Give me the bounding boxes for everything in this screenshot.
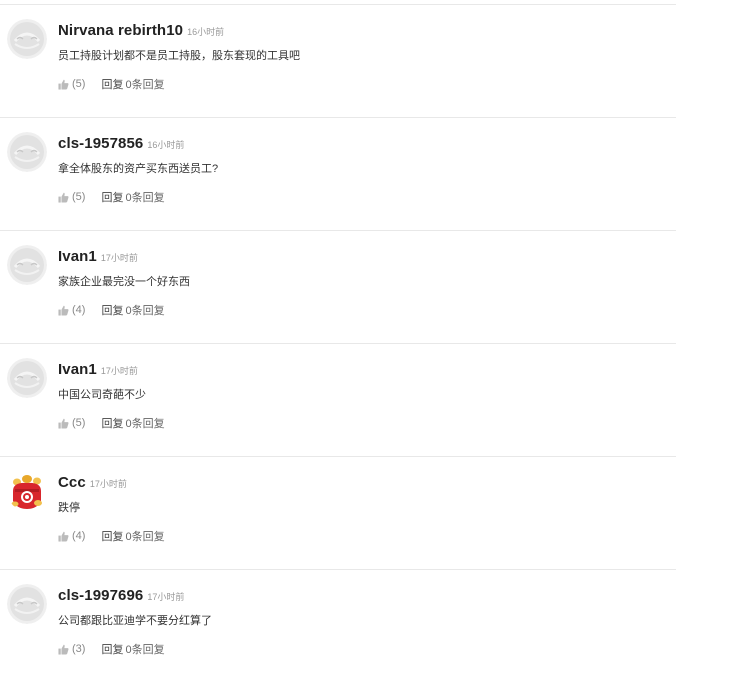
comment-text: 中国公司奇葩不少 bbox=[58, 389, 146, 401]
reply-button[interactable]: 回复 bbox=[101, 528, 123, 544]
username[interactable]: Ivan1 bbox=[58, 361, 97, 378]
thumbs-up-icon bbox=[58, 531, 69, 542]
comment-actions: (5) 回复 0条回复 bbox=[58, 189, 165, 205]
thumbs-up-icon bbox=[58, 192, 69, 203]
reply-button[interactable]: 回复 bbox=[101, 302, 123, 318]
default-avatar-icon[interactable] bbox=[7, 584, 47, 624]
comment-actions: (5) 回复 0条回复 bbox=[58, 415, 165, 431]
reply-count[interactable]: 0条回复 bbox=[125, 76, 164, 92]
comment-header: Ivan1 17小时前 bbox=[58, 248, 138, 266]
default-avatar-icon[interactable] bbox=[7, 358, 47, 398]
like-count: (5) bbox=[72, 417, 86, 429]
thumbs-up-icon bbox=[58, 305, 69, 316]
reply-button[interactable]: 回复 bbox=[101, 76, 123, 92]
comment-text: 家族企业最完没一个好东西 bbox=[58, 276, 190, 288]
reply-count[interactable]: 0条回复 bbox=[125, 641, 164, 657]
comment-text: 跌停 bbox=[58, 502, 80, 514]
like-count: (4) bbox=[72, 530, 86, 542]
comment-item: Nirvana rebirth10 16小时前 员工持股计划都不是员工持股，股东套… bbox=[0, 5, 676, 118]
reply-count[interactable]: 0条回复 bbox=[125, 415, 164, 431]
default-avatar-icon[interactable] bbox=[7, 19, 47, 59]
comment-time: 16小时前 bbox=[147, 140, 185, 150]
fortune-bag-avatar-icon[interactable] bbox=[7, 471, 47, 511]
like-button[interactable]: (4) bbox=[58, 530, 85, 542]
reply-count[interactable]: 0条回复 bbox=[125, 302, 164, 318]
comment-header: Nirvana rebirth10 16小时前 bbox=[58, 22, 224, 40]
reply-count[interactable]: 0条回复 bbox=[125, 528, 164, 544]
like-button[interactable]: (3) bbox=[58, 643, 85, 655]
comment-actions: (4) 回复 0条回复 bbox=[58, 302, 165, 318]
thumbs-up-icon bbox=[58, 79, 69, 90]
comment-text: 员工持股计划都不是员工持股，股东套现的工具吧 bbox=[58, 50, 300, 62]
thumbs-up-icon bbox=[58, 644, 69, 655]
like-button[interactable]: (5) bbox=[58, 78, 85, 90]
like-count: (5) bbox=[72, 191, 86, 203]
comment-header: cls-1957856 16小时前 bbox=[58, 135, 184, 153]
username[interactable]: cls-1997696 bbox=[58, 587, 143, 604]
reply-count[interactable]: 0条回复 bbox=[125, 189, 164, 205]
reply-button[interactable]: 回复 bbox=[101, 415, 123, 431]
like-button[interactable]: (4) bbox=[58, 304, 85, 316]
comment-time: 17小时前 bbox=[147, 592, 185, 602]
reply-button[interactable]: 回复 bbox=[101, 189, 123, 205]
comment-header: Ivan1 17小时前 bbox=[58, 361, 138, 379]
comment-list: Nirvana rebirth10 16小时前 员工持股计划都不是员工持股，股东套… bbox=[0, 5, 676, 683]
comment-item: Ivan1 17小时前 中国公司奇葩不少 (5) 回复 0条回复 bbox=[0, 344, 676, 457]
username[interactable]: Nirvana rebirth10 bbox=[58, 22, 183, 39]
comment-actions: (4) 回复 0条回复 bbox=[58, 528, 165, 544]
username[interactable]: Ccc bbox=[58, 474, 86, 491]
comment-item: cls-1997696 17小时前 公司都跟比亚迪学不要分红算了 (3) 回复 0… bbox=[0, 570, 676, 683]
comment-time: 16小时前 bbox=[187, 27, 225, 37]
comment-header: Ccc 17小时前 bbox=[58, 474, 127, 492]
default-avatar-icon[interactable] bbox=[7, 132, 47, 172]
comment-header: cls-1997696 17小时前 bbox=[58, 587, 184, 605]
comment-actions: (5) 回复 0条回复 bbox=[58, 76, 165, 92]
comment-actions: (3) 回复 0条回复 bbox=[58, 641, 165, 657]
thumbs-up-icon bbox=[58, 418, 69, 429]
comment-item: cls-1957856 16小时前 拿全体股东的资产买东西送员工? (5) 回复 … bbox=[0, 118, 676, 231]
comment-time: 17小时前 bbox=[89, 479, 127, 489]
like-count: (3) bbox=[72, 643, 86, 655]
reply-button[interactable]: 回复 bbox=[101, 641, 123, 657]
comment-item: Ivan1 17小时前 家族企业最完没一个好东西 (4) 回复 0条回复 bbox=[0, 231, 676, 344]
username[interactable]: cls-1957856 bbox=[58, 135, 143, 152]
like-count: (4) bbox=[72, 304, 86, 316]
default-avatar-icon[interactable] bbox=[7, 245, 47, 285]
comment-text: 拿全体股东的资产买东西送员工? bbox=[58, 163, 219, 175]
like-button[interactable]: (5) bbox=[58, 417, 85, 429]
comment-text: 公司都跟比亚迪学不要分红算了 bbox=[58, 615, 212, 627]
like-button[interactable]: (5) bbox=[58, 191, 85, 203]
comment-item: Ccc 17小时前 跌停 (4) 回复 0条回复 bbox=[0, 457, 676, 570]
like-count: (5) bbox=[72, 78, 86, 90]
comment-time: 17小时前 bbox=[100, 366, 138, 376]
comment-time: 17小时前 bbox=[100, 253, 138, 263]
username[interactable]: Ivan1 bbox=[58, 248, 97, 265]
